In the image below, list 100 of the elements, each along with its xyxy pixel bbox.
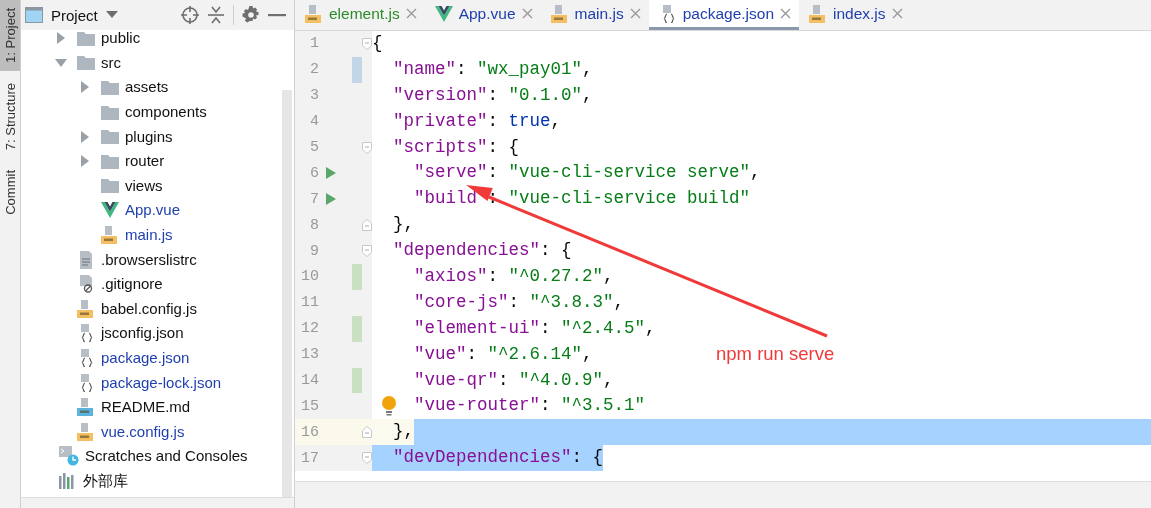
line-number: 10	[300, 268, 319, 286]
tree-item[interactable]: components	[125, 102, 207, 123]
file-icon	[550, 4, 569, 23]
line-number: 8	[309, 216, 319, 234]
tree-item[interactable]: router	[125, 151, 165, 172]
folder-icon	[101, 153, 119, 169]
code-line: "dependencies": {	[393, 239, 572, 263]
window-icon	[25, 7, 43, 23]
tool-window-tab[interactable]: 1: Project	[0, 0, 20, 71]
line-number: 15	[300, 397, 319, 415]
editor-tab[interactable]: element.js	[295, 0, 425, 30]
collapse-all-icon[interactable]	[207, 6, 225, 24]
line-number: 7	[309, 190, 319, 208]
target-icon[interactable]	[181, 6, 199, 24]
collapsed-arrow-icon[interactable]	[79, 130, 91, 143]
code-line: "vue-router": "^3.5.1"	[414, 394, 646, 418]
code-line: "private": true,	[393, 109, 562, 133]
tree-item[interactable]: README.md	[101, 397, 191, 418]
line-number: 5	[309, 139, 319, 156]
text-file-icon	[77, 250, 95, 269]
collapsed-arrow-icon[interactable]	[79, 81, 91, 94]
change-marker[interactable]	[352, 315, 362, 342]
file-icon	[809, 4, 827, 23]
file-icon	[101, 226, 119, 245]
fold-marker-icon[interactable]	[362, 141, 372, 154]
line-number: 4	[309, 113, 319, 131]
close-icon[interactable]	[405, 8, 417, 19]
tree-item[interactable]: package-lock.json	[101, 372, 222, 393]
folder-icon	[101, 178, 119, 194]
tree-item[interactable]: .browserslistrc	[101, 249, 197, 270]
editor-tab[interactable]: index.js	[799, 0, 911, 30]
line-number: 14	[300, 372, 319, 389]
editor-tab[interactable]: package.json	[648, 0, 799, 30]
line-number: 1	[309, 35, 319, 53]
close-icon[interactable]	[891, 8, 903, 19]
tree-item[interactable]: App.vue	[125, 200, 181, 221]
tree-item[interactable]: babel.config.js	[101, 298, 197, 319]
tree-item[interactable]: assets	[125, 77, 169, 98]
folder-icon	[101, 104, 119, 120]
run-icon[interactable]	[326, 167, 336, 180]
change-marker[interactable]	[352, 56, 362, 83]
line-number: 9	[309, 242, 319, 260]
ignored-file-icon	[77, 275, 95, 294]
code-line: "axios": "^0.27.2",	[414, 265, 614, 288]
code-line: "vue-qr": "^4.0.9",	[414, 368, 614, 392]
tree-item[interactable]: Scratches and Consoles	[85, 446, 248, 467]
scratches-clock-icon	[59, 446, 79, 467]
panel-title[interactable]: Project	[51, 6, 98, 24]
fold-marker-icon[interactable]	[362, 245, 372, 258]
line-number: 3	[309, 87, 319, 105]
fold-marker-icon[interactable]	[362, 37, 372, 50]
code-line: "scripts": {	[393, 135, 520, 159]
close-icon[interactable]	[780, 8, 791, 19]
collapsed-arrow-icon[interactable]	[79, 155, 91, 168]
expanded-arrow-icon[interactable]	[55, 56, 67, 69]
run-icon[interactable]	[326, 193, 336, 206]
editor-tab[interactable]: main.js	[540, 0, 649, 30]
tree-item[interactable]: 外部库	[83, 471, 128, 491]
code-line: "vue": "^2.6.14",	[414, 342, 593, 366]
v-logo-icon	[434, 5, 453, 22]
code-line: "core-js": "^3.8.3",	[414, 290, 625, 314]
file-icon	[77, 422, 95, 441]
tree-item[interactable]: .gitignore	[101, 274, 163, 295]
editor-tab[interactable]: App.vue	[424, 0, 541, 30]
lightbulb-icon[interactable]	[382, 396, 396, 417]
fold-marker-icon[interactable]	[362, 219, 372, 232]
change-marker[interactable]	[352, 367, 362, 394]
fold-marker-icon[interactable]	[362, 452, 372, 465]
line-number: 12	[300, 320, 319, 338]
code-line: {	[372, 32, 383, 55]
code-line: "build : "vue-cli-service build"	[414, 187, 751, 211]
line-number: 11	[300, 294, 319, 312]
v-logo-icon	[101, 202, 119, 219]
tree-item[interactable]: package.json	[101, 348, 190, 368]
tree-item[interactable]: jsconfig.json	[101, 323, 184, 344]
change-marker[interactable]	[352, 264, 362, 290]
folder-icon	[101, 129, 119, 145]
tree-item[interactable]: plugins	[125, 126, 173, 147]
close-icon[interactable]	[629, 8, 641, 19]
library-bars-icon	[59, 473, 77, 489]
tool-window-tab[interactable]: Commit	[0, 162, 20, 223]
tree-item[interactable]: public	[101, 30, 141, 49]
scrollbar[interactable]	[282, 90, 292, 497]
tree-item[interactable]: main.js	[125, 225, 173, 246]
close-icon[interactable]	[521, 8, 533, 19]
tree-item[interactable]: views	[125, 175, 163, 196]
code-line: },	[393, 420, 414, 444]
tree-item[interactable]: src	[101, 52, 121, 73]
dropdown-caret-icon[interactable]	[105, 11, 118, 19]
horizontal-scrollbar[interactable]	[21, 497, 294, 508]
tool-window-tab[interactable]: 7: Structure	[0, 74, 20, 159]
fold-marker-icon[interactable]	[362, 426, 372, 439]
tree-item[interactable]: vue.config.js	[101, 421, 185, 442]
collapsed-arrow-icon[interactable]	[55, 32, 67, 45]
minimize-icon[interactable]	[268, 13, 286, 17]
line-number: 13	[300, 346, 319, 364]
code-line: },	[393, 213, 414, 237]
settings-icon[interactable]	[242, 6, 260, 24]
line-number: 16	[300, 423, 319, 441]
annotation-text: npm run serve	[716, 343, 835, 365]
